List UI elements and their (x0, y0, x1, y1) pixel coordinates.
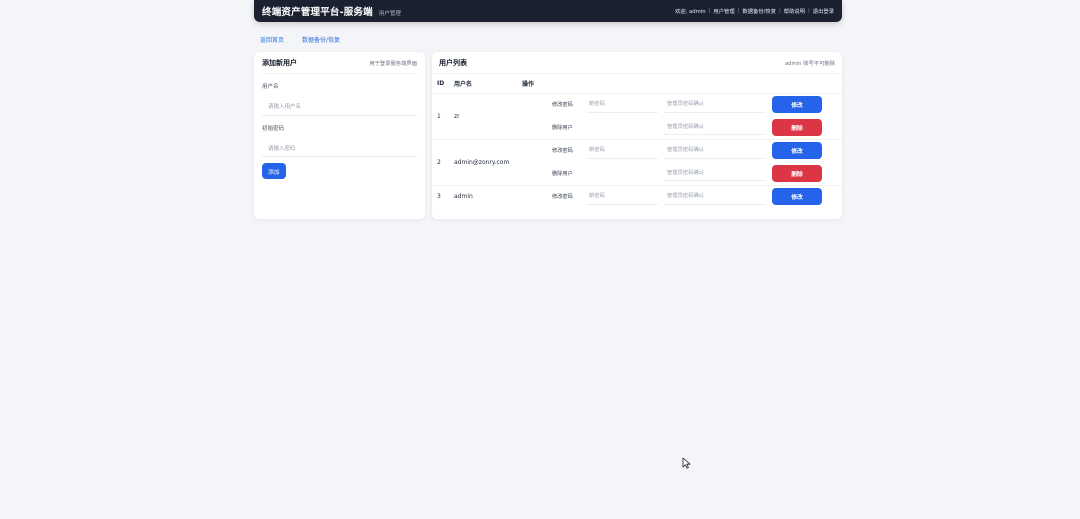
change-password-label: 修改密码 (552, 102, 573, 109)
cell-username: admin (454, 193, 473, 201)
change-password-label: 修改密码 (552, 194, 573, 201)
new-password-input[interactable] (586, 142, 658, 159)
row-operations: 修改密码 修改 删除用户 删除 (522, 94, 842, 139)
cell-username: admin@zonry.com (449, 139, 517, 186)
cell-id: 1 (432, 93, 449, 140)
nav-link-logout[interactable]: 退出登录 (813, 7, 834, 15)
add-user-hint: 用于登录服务端界面 (369, 60, 417, 67)
admin-password-confirm-input[interactable] (664, 142, 766, 159)
cell-id: 2 (432, 139, 449, 186)
nav-separator: | (708, 8, 711, 14)
cell-actions: 修改密码 修改 删除用户 删除 (517, 93, 842, 140)
brand: 终端资产管理平台-服务端 用户管理 (262, 4, 401, 18)
username-input[interactable] (262, 99, 417, 116)
cell-username: zr (449, 93, 517, 140)
new-password-input[interactable] (586, 188, 658, 205)
admin-password-confirm-input[interactable] (664, 119, 766, 136)
change-password-row: 修改密码 修改 (522, 94, 842, 117)
user-table: ID 用户名 操作 1 zr 修改密码 修改 删除用户 删除 2 admin@z… (432, 74, 842, 208)
column-header-actions: 操作 (517, 74, 842, 94)
nav-separator: | (808, 8, 810, 14)
delete-user-row: 删除用户 删除 (522, 116, 842, 139)
admin-password-confirm-input[interactable] (664, 96, 766, 113)
delete-user-row: 删除用户 删除 (522, 162, 842, 185)
page-subtitle: 用户管理 (378, 11, 401, 17)
column-header-id: ID (432, 74, 449, 94)
table-row: 2 admin@zonry.com 修改密码 修改 删除用户 删除 (432, 139, 842, 186)
change-password-row: 修改密码 修改 (522, 186, 842, 209)
nav-separator: | (779, 8, 781, 14)
top-navbar: 终端资产管理平台-服务端 用户管理 欢迎, admin | 用户管理 | 数据备… (254, 0, 842, 22)
table-row: 3 admin 修改密码 修改 (432, 185, 842, 208)
change-password-button[interactable]: 修改 (772, 96, 822, 114)
password-label: 初始密码 (262, 125, 285, 132)
table-header-row: ID 用户名 操作 (432, 74, 842, 94)
admin-password-confirm-input[interactable] (664, 188, 766, 205)
user-list-card: 用户列表 admin 账号不可删除 ID 用户名 操作 1 zr 修改密码 修改… (432, 52, 842, 219)
row-operations: 修改密码 修改 删除用户 删除 (522, 140, 842, 185)
row-operations: 修改密码 修改 (522, 186, 842, 209)
change-password-button[interactable]: 修改 (772, 188, 822, 206)
column-header-username: 用户名 (449, 74, 517, 94)
new-password-input[interactable] (586, 96, 658, 113)
table-row: 1 zr 修改密码 修改 删除用户 删除 (432, 93, 842, 140)
cell-actions: 修改密码 修改 删除用户 删除 (517, 139, 842, 186)
change-password-button[interactable]: 修改 (772, 142, 822, 160)
delete-user-button[interactable]: 删除 (772, 164, 822, 182)
nav-link-help[interactable]: 帮助说明 (784, 7, 805, 15)
delete-user-button[interactable]: 删除 (772, 118, 822, 136)
app-shell: 终端资产管理平台-服务端 用户管理 欢迎, admin | 用户管理 | 数据备… (254, 0, 842, 219)
delete-user-label: 删除用户 (552, 124, 573, 131)
link-back-home[interactable]: 返回首页 (260, 35, 284, 44)
nav-link-user-management[interactable]: 用户管理 (713, 7, 734, 15)
user-list-header: 用户列表 admin 账号不可删除 (432, 52, 842, 74)
add-user-title: 添加新用户 (262, 58, 297, 67)
admin-password-confirm-input[interactable] (664, 165, 766, 182)
nav-link-data-backup[interactable]: 数据备份/恢复 (742, 7, 776, 15)
delete-user-label: 删除用户 (552, 170, 573, 177)
add-user-button[interactable]: 添加 (262, 163, 286, 179)
content-panels: 添加新用户 用于登录服务端界面 用户名 初始密码 添加 用户列表 admin 账… (254, 52, 842, 219)
cell-id: 3 (437, 193, 441, 201)
nav-separator: | (737, 8, 740, 14)
initial-password-input[interactable] (262, 141, 417, 157)
mouse-pointer-icon (682, 457, 691, 469)
app-title: 终端资产管理平台-服务端 (262, 7, 373, 18)
user-list-title: 用户列表 (439, 58, 467, 67)
top-nav-links: 欢迎, admin | 用户管理 | 数据备份/恢复 | 帮助说明 | 退出登录 (675, 7, 834, 15)
cell-actions: 修改密码 修改 (517, 185, 842, 208)
add-user-card: 添加新用户 用于登录服务端界面 用户名 初始密码 添加 (254, 52, 425, 219)
quick-links: 返回首页 数据备份/恢复 (254, 35, 842, 44)
user-list-hint: admin 账号不可删除 (784, 60, 835, 67)
change-password-label: 修改密码 (552, 148, 573, 155)
welcome-text: 欢迎, admin (675, 9, 706, 15)
add-user-header: 添加新用户 用于登录服务端界面 (262, 52, 417, 74)
link-data-backup[interactable]: 数据备份/恢复 (302, 35, 340, 44)
change-password-row: 修改密码 修改 (522, 140, 842, 163)
username-label: 用户名 (262, 84, 279, 90)
